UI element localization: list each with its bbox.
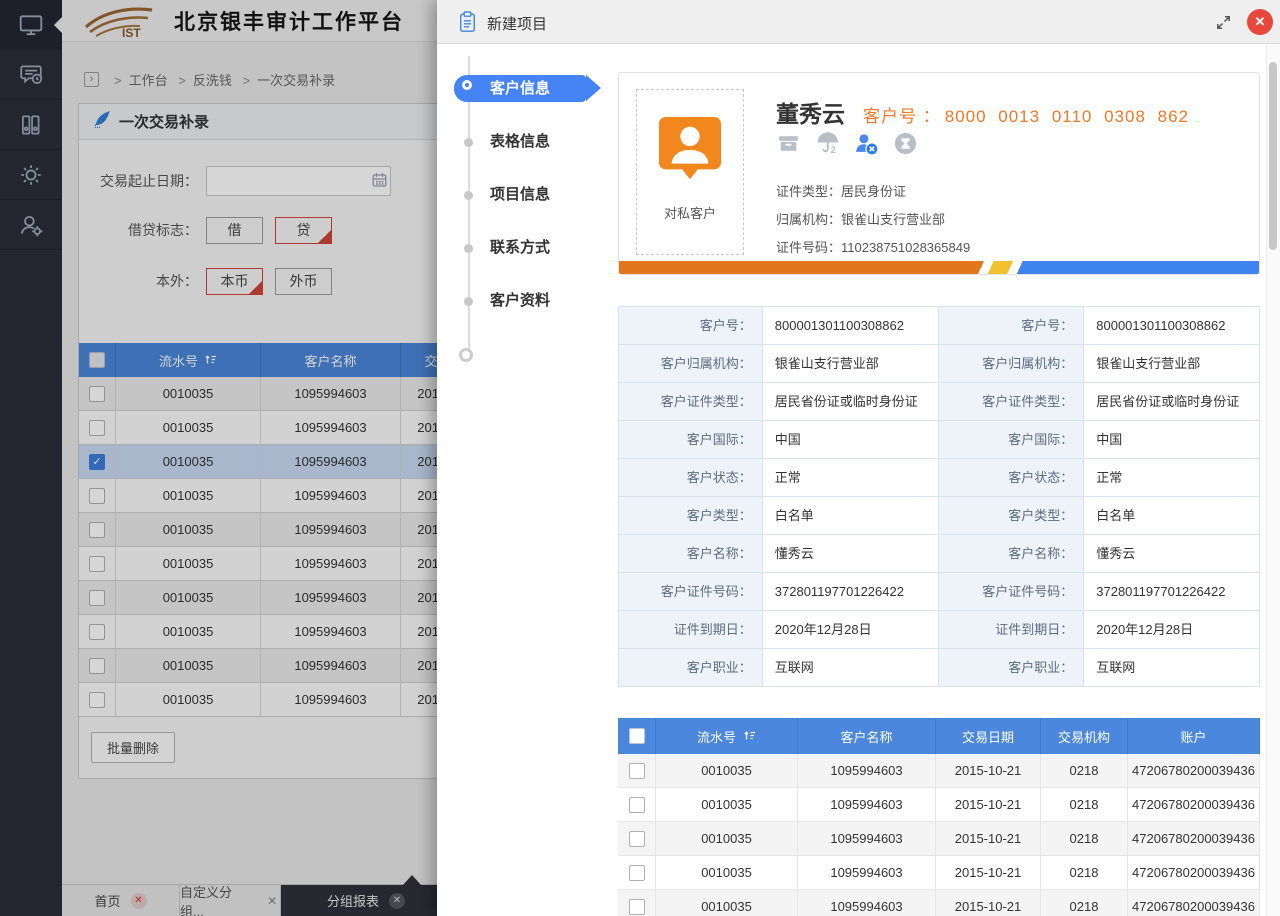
customer-number: 客户号 ：8000 0013 0110 0308 862 bbox=[863, 102, 1189, 127]
scrollbar-thumb[interactable] bbox=[1269, 62, 1277, 250]
customer-avatar: 对私客户 bbox=[636, 89, 744, 255]
detail-row: 客户类型： 白名单 客户类型： 白名单 bbox=[619, 497, 1260, 535]
detail-row: 客户归属机构： 银雀山支行营业部 客户归属机构： 银雀山支行营业部 bbox=[619, 345, 1260, 383]
transactions-table: 流水号 客户名称 交易日期 交易机构 账户 0010035 bbox=[618, 718, 1260, 916]
modal-overlay bbox=[0, 0, 437, 916]
customer-category: 对私客户 bbox=[637, 203, 743, 222]
app-root: IST 北京银丰审计工作平台 › >工作台 >反洗钱 >一次交易补录 bbox=[0, 0, 1280, 916]
row-checkbox[interactable] bbox=[629, 763, 645, 779]
detail-row: 客户状态： 正常 客户状态： 正常 bbox=[619, 459, 1260, 497]
detail-row: 客户国际： 中国 客户国际： 中国 bbox=[619, 421, 1260, 459]
customer-name: 董秀云 bbox=[776, 95, 845, 129]
step-dot-icon bbox=[464, 191, 473, 200]
org-line: 归属机构：银雀山支行营业部 bbox=[776, 209, 945, 228]
detail-row: 客户名称： 懂秀云 客户名称： 懂秀云 bbox=[619, 535, 1260, 573]
table-row[interactable]: 0010035 1095994603 2015-10-21 0218 47206… bbox=[618, 754, 1260, 788]
detail-row: 证件到期日： 2020年12月28日 证件到期日： 2020年12月28日 bbox=[619, 611, 1260, 649]
table-row[interactable]: 0010035 1095994603 2015-10-21 0218 47206… bbox=[618, 788, 1260, 822]
customer-card: 对私客户 董秀云 客户号 ：8000 0013 0110 0308 862 bbox=[618, 72, 1260, 275]
table-row[interactable]: 0010035 1095994603 2015-10-21 0218 47206… bbox=[618, 822, 1260, 856]
umbrella-icon[interactable]: 2 bbox=[815, 131, 840, 156]
detail-row: 客户证件号码： 372801197701226422 客户证件号码： 37280… bbox=[619, 573, 1260, 611]
table-row[interactable]: 0010035 1095994603 2015-10-21 0218 47206… bbox=[618, 890, 1260, 916]
detail-row: 客户职业： 互联网 客户职业： 互联网 bbox=[619, 649, 1260, 687]
select-all-checkbox[interactable] bbox=[629, 728, 645, 744]
row-checkbox[interactable] bbox=[629, 831, 645, 847]
step-dot-icon bbox=[464, 297, 473, 306]
step-dot-icon bbox=[464, 244, 473, 253]
table-row[interactable]: 0010035 1095994603 2015-10-21 0218 47206… bbox=[618, 856, 1260, 890]
new-project-drawer: 新建项目 ✕ 客户信息 客户信息 表格 bbox=[437, 0, 1280, 916]
close-drawer-button[interactable]: ✕ bbox=[1247, 9, 1273, 35]
detail-row: 客户号： 800001301100308862 客户号： 80000130110… bbox=[619, 307, 1260, 345]
step-ring-icon bbox=[462, 80, 472, 90]
row-checkbox[interactable] bbox=[629, 865, 645, 881]
step-nav: 客户信息 客户信息 表格信息 表格信息 项目信息 项目信息 bbox=[437, 0, 617, 420]
hourglass-icon[interactable] bbox=[893, 131, 918, 156]
person-pin-icon bbox=[658, 116, 722, 184]
customer-detail-grid: 客户号： 800001301100308862 客户号： 80000130110… bbox=[618, 306, 1260, 687]
step-end-circle bbox=[459, 348, 473, 362]
row-checkbox[interactable] bbox=[629, 899, 645, 915]
transactions-table-body: 0010035 1095994603 2015-10-21 0218 47206… bbox=[618, 754, 1260, 916]
active-step-badge: 客户信息 bbox=[454, 75, 586, 102]
card-accent-stripe bbox=[619, 261, 1259, 274]
sort-icon[interactable] bbox=[743, 729, 756, 744]
cert-no-line: 证件号码：110238751028365849 bbox=[776, 237, 970, 256]
detail-row: 客户证件类型： 居民省份证或临时身份证 客户证件类型： 居民省份证或临时身份证 bbox=[619, 383, 1260, 421]
customer-action-icons: 2 bbox=[776, 131, 918, 156]
archive-box-icon[interactable] bbox=[776, 131, 801, 156]
cert-type-line: 证件类型：居民身份证 bbox=[776, 181, 906, 200]
step-item[interactable]: 客户信息 客户信息 bbox=[437, 75, 569, 102]
expand-icon[interactable] bbox=[1215, 14, 1232, 36]
svg-text:2: 2 bbox=[831, 145, 836, 155]
step-dot-icon bbox=[464, 138, 473, 147]
row-checkbox[interactable] bbox=[629, 797, 645, 813]
person-remove-icon[interactable] bbox=[854, 131, 879, 156]
transactions-table-header: 流水号 客户名称 交易日期 交易机构 账户 bbox=[618, 718, 1260, 754]
